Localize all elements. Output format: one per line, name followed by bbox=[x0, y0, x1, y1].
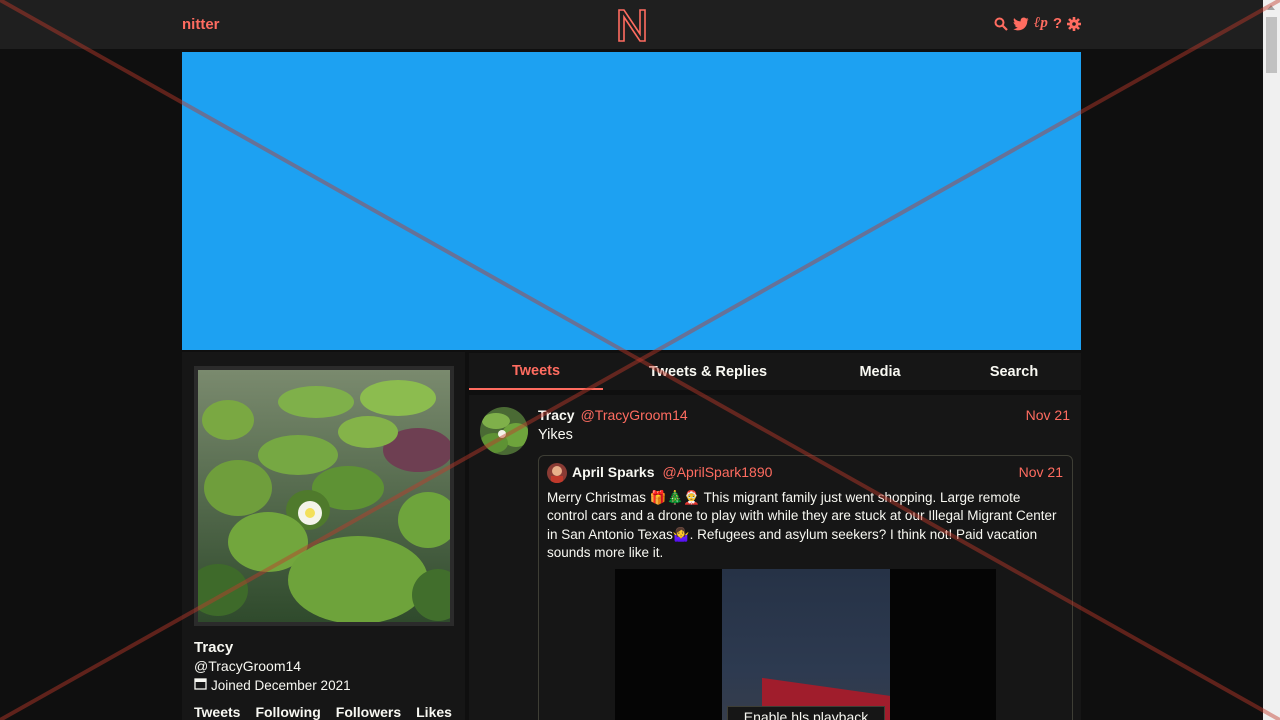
quote-header: April Sparks @AprilSpark1890 bbox=[572, 464, 772, 480]
scroll-thumb[interactable] bbox=[1266, 17, 1277, 73]
stat-following[interactable]: Following bbox=[255, 704, 320, 720]
page-scrollbar[interactable] bbox=[1263, 0, 1280, 720]
joined-date: Joined December 2021 bbox=[211, 677, 351, 693]
enable-hls-button[interactable]: Enable hls playback bbox=[727, 706, 885, 720]
stat-tweets[interactable]: Tweets bbox=[194, 704, 240, 720]
calendar-icon bbox=[194, 677, 207, 693]
brand-link[interactable]: nitter bbox=[182, 16, 220, 33]
profile-avatar-image bbox=[198, 370, 450, 622]
stat-likes[interactable]: Likes bbox=[416, 704, 452, 720]
help-icon[interactable]: ? bbox=[1053, 15, 1062, 32]
timeline-tabs: Tweets Tweets & Replies Media Search bbox=[469, 353, 1081, 390]
scroll-up-arrow-icon[interactable] bbox=[1267, 5, 1275, 10]
quote-username[interactable]: @AprilSpark1890 bbox=[662, 464, 772, 480]
nav-icons: ℓp ? bbox=[994, 15, 1081, 32]
bird-icon[interactable] bbox=[1013, 17, 1029, 31]
profile-name[interactable]: Tracy bbox=[194, 639, 233, 656]
quote-text: Merry Christmas 🎁🎄🤶 This migrant family … bbox=[547, 490, 1057, 560]
search-icon[interactable] bbox=[994, 17, 1008, 31]
tweet-username[interactable]: @TracyGroom14 bbox=[581, 407, 688, 423]
profile-card: Tracy @TracyGroom14 Joined December 2021… bbox=[182, 352, 465, 720]
quoted-tweet[interactable]: April Sparks @AprilSpark1890 Nov 21 Merr… bbox=[538, 455, 1073, 720]
rss-icon[interactable]: ℓp bbox=[1034, 15, 1048, 32]
tweet-text: Yikes bbox=[538, 427, 573, 443]
video-thumbnail: Enable hls playback bbox=[722, 569, 890, 720]
nitter-logo-icon[interactable] bbox=[616, 8, 648, 42]
settings-icon[interactable] bbox=[1067, 16, 1081, 31]
tab-media[interactable]: Media bbox=[829, 353, 931, 390]
tweet-fullname[interactable]: Tracy bbox=[538, 407, 575, 423]
profile-joined: Joined December 2021 bbox=[194, 677, 351, 693]
quote-date[interactable]: Nov 21 bbox=[1019, 464, 1063, 480]
top-navbar: nitter ℓp ? bbox=[0, 0, 1263, 50]
stat-followers[interactable]: Followers bbox=[336, 704, 401, 720]
tab-tweets[interactable]: Tweets bbox=[469, 353, 603, 390]
profile-banner[interactable] bbox=[182, 52, 1081, 350]
quote-media[interactable]: Enable hls playback bbox=[615, 569, 996, 720]
profile-avatar[interactable] bbox=[194, 366, 454, 626]
tab-search[interactable]: Search bbox=[959, 353, 1069, 390]
timeline: Tracy @TracyGroom14 Nov 21 Yikes April S… bbox=[469, 395, 1081, 720]
tweet-header: Tracy @TracyGroom14 bbox=[538, 407, 688, 423]
profile-stats: Tweets Following Followers Likes bbox=[194, 704, 452, 720]
quote-avatar[interactable] bbox=[547, 463, 567, 483]
quote-fullname[interactable]: April Sparks bbox=[572, 464, 654, 480]
tab-tweets-replies[interactable]: Tweets & Replies bbox=[629, 353, 787, 390]
tweet-avatar[interactable] bbox=[480, 407, 528, 455]
tweet-date[interactable]: Nov 21 bbox=[1026, 407, 1070, 423]
profile-handle[interactable]: @TracyGroom14 bbox=[194, 658, 301, 674]
